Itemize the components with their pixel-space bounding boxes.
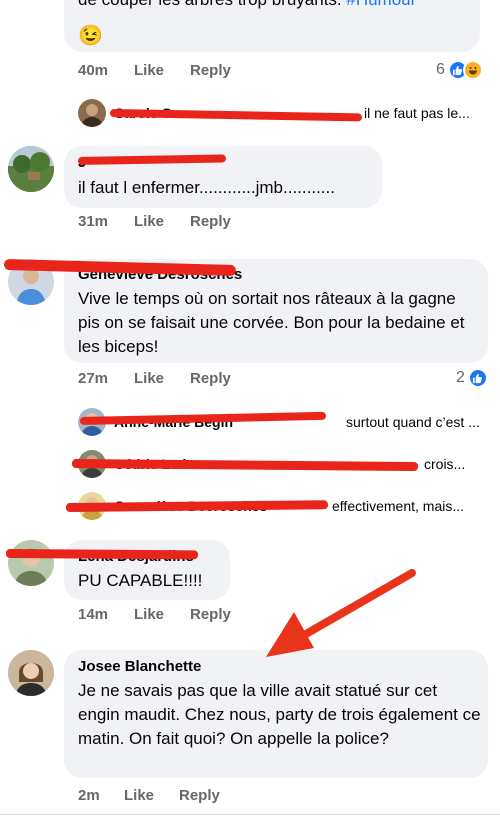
annotation-arrow <box>266 569 416 657</box>
divider <box>0 814 500 815</box>
